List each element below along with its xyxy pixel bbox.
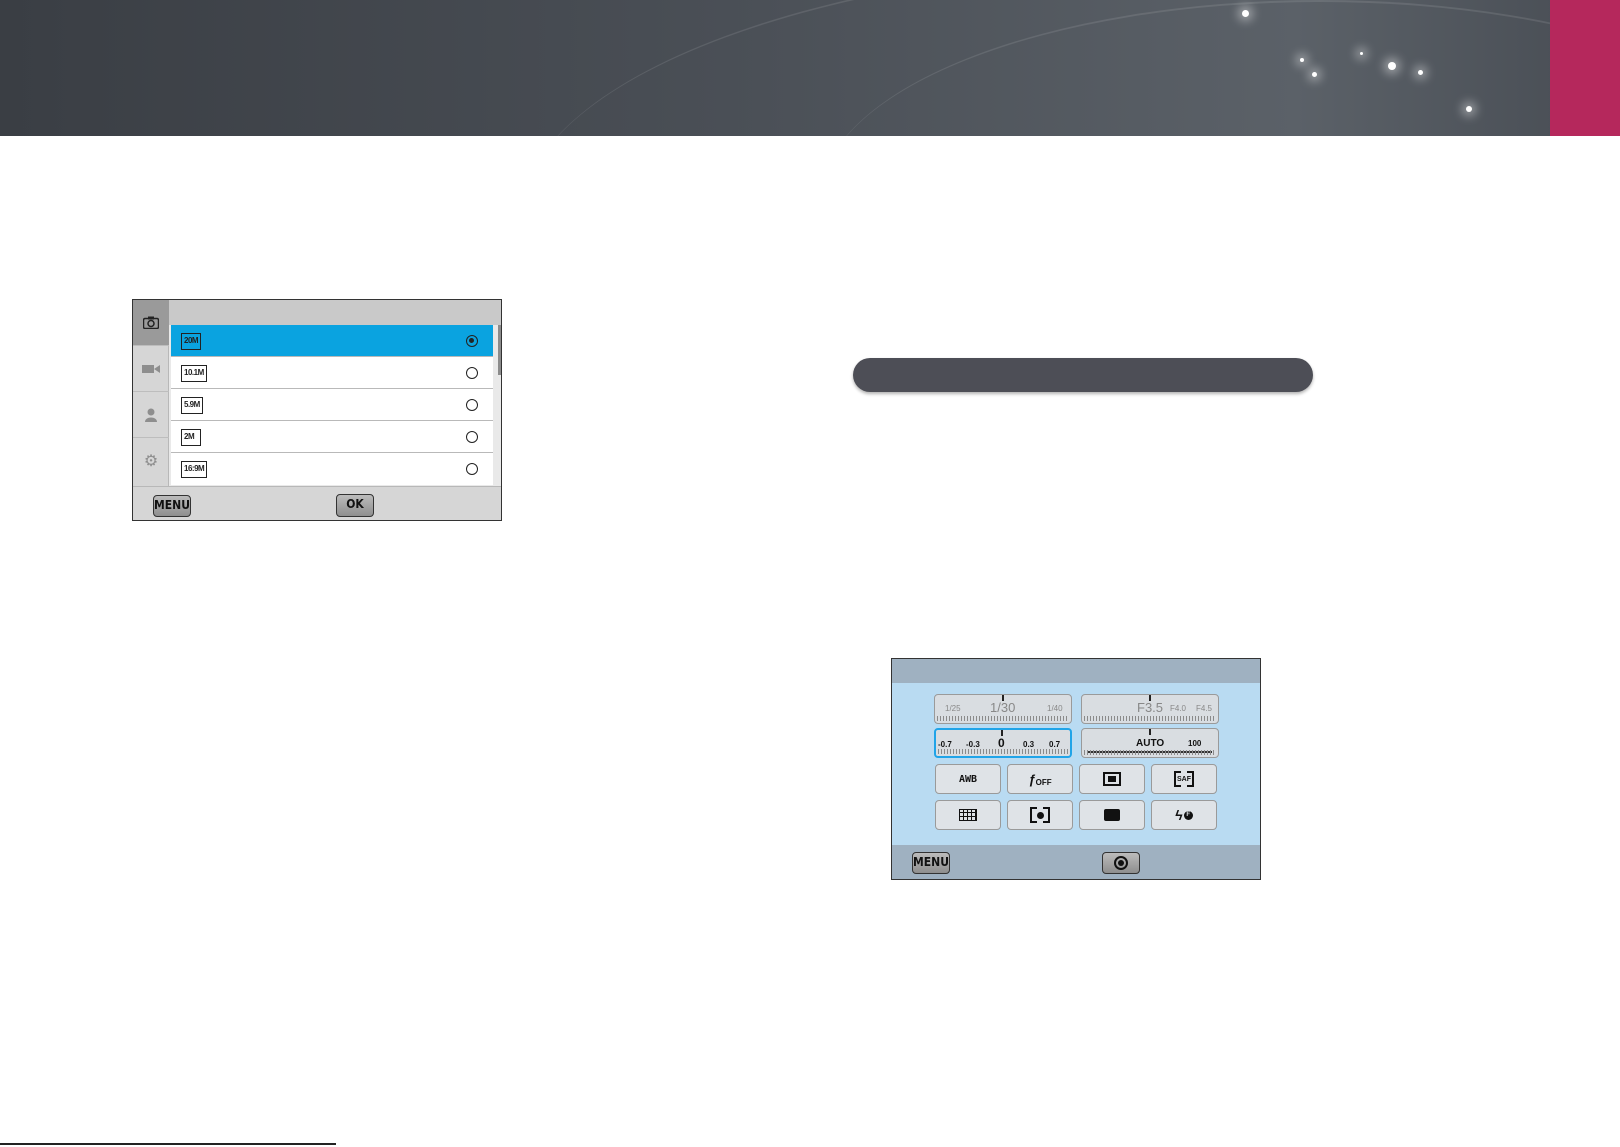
tab-camera[interactable] [133,300,169,346]
display-icon [1104,809,1120,821]
display-button[interactable] [1079,800,1145,830]
photo-size-list: 20M 10.1M 5.9M 2M 16:9M [171,325,493,485]
shutter-button[interactable] [1102,852,1140,874]
tab-person[interactable] [133,392,169,438]
list-item[interactable]: 2M [171,421,493,453]
menu-header [169,300,501,325]
list-item[interactable]: 20M [171,325,493,357]
slider-ruler [937,716,1069,721]
photo-size-menu-screen: ⚙ 20M 10.1M 5.9M 2M 16:9M MENU OK [132,299,502,521]
shutter-speed-slider[interactable]: 1/25 1/30 1/40 [934,694,1072,724]
aperture-next2-value: F4.5 [1196,704,1213,713]
radio-selected [466,335,478,347]
panel-footer: MENU [892,845,1260,879]
grid-icon [959,809,977,821]
category-sidebar: ⚙ [133,300,169,486]
slider-ruler [938,749,1068,754]
exposure-value: -0.7 [938,740,952,749]
white-balance-button[interactable]: AWB [935,764,1001,794]
radio-unselected [466,399,478,411]
size-5m-icon: 5.9M [181,397,203,414]
iso-next-value: 100 [1188,739,1202,748]
slider-marker [1149,729,1151,735]
face-detection-icon [1031,808,1049,822]
size-20m-icon: 20M [181,333,202,350]
shutter-left-value: 1/25 [945,704,961,713]
exposure-value: 0.7 [1049,740,1061,749]
radio-unselected [466,367,478,379]
menu-footer: MENU OK [133,486,501,520]
banner-sparkle [1312,72,1317,77]
exposure-current-value: 0 [998,736,1005,750]
gear-icon: ⚙ [143,453,159,470]
shutter-right-value: 1/40 [1047,704,1063,713]
aperture-next-value: F4.0 [1170,704,1187,713]
grid-button[interactable] [935,800,1001,830]
video-camera-icon [142,364,160,373]
exposure-slider[interactable]: -0.7 -0.3 0 0.3 0.7 [934,728,1072,758]
section-heading-bar [853,358,1313,392]
metering-button[interactable] [1079,764,1145,794]
list-item[interactable]: 5.9M [171,389,493,421]
chapter-tab [1550,0,1620,136]
aperture-slider[interactable]: F3.5 F4.0 F4.5 [1081,694,1219,724]
banner-sparkle [1466,106,1472,112]
face-detection-button[interactable] [1007,800,1073,830]
slider-ruler [1084,716,1216,721]
banner-sparkle [1242,10,1249,17]
footer-rule [0,1143,336,1145]
autofocus-button[interactable]: SAF [1151,764,1217,794]
slider-ruler [1084,750,1216,755]
exposure-value: -0.3 [966,740,980,749]
radio-unselected [466,463,478,475]
scrollbar[interactable] [498,325,501,375]
menu-button[interactable]: MENU [912,852,950,874]
banner-sparkle [1300,58,1304,62]
menu-button[interactable]: MENU [153,495,191,517]
list-item[interactable]: 10.1M [171,357,493,389]
flash-button[interactable]: ϟ F [1151,800,1217,830]
banner-sparkle [1418,70,1423,75]
white-balance-icon: AWB [958,773,978,785]
size-16-9-icon: 16:9M [181,461,208,478]
shutter-icon [1114,856,1128,870]
flash-icon: ϟ F [1175,807,1193,823]
tab-video[interactable] [133,346,169,392]
autofocus-icon: SAF [1173,772,1195,786]
banner-sparkle [1388,62,1396,70]
header-banner [0,0,1620,136]
iso-current-value: AUTO [1136,738,1165,749]
radio-unselected [466,431,478,443]
panel-header [892,659,1260,683]
size-2m-icon: 2M [181,429,201,446]
metering-icon [1103,772,1121,786]
smart-filter-button[interactable]: ƒ OFF [1007,764,1073,794]
shooting-info-screen: 1/25 1/30 1/40 F3.5 F4.0 F4.5 -0.7 -0.3 … [891,658,1261,880]
iso-slider[interactable]: AUTO 100 [1081,728,1219,758]
banner-sparkle [1360,52,1363,55]
size-10m-icon: 10.1M [181,365,207,382]
list-item[interactable]: 16:9M [171,453,493,485]
ok-button[interactable]: OK [336,494,374,517]
camera-icon [143,316,159,329]
tab-settings[interactable]: ⚙ [133,438,169,484]
aperture-current-value: F3.5 [1137,700,1164,715]
smart-filter-off-icon: ƒ OFF [1028,771,1052,787]
person-icon [145,408,157,422]
exposure-value: 0.3 [1023,740,1035,749]
shutter-current-value: 1/30 [990,700,1016,715]
